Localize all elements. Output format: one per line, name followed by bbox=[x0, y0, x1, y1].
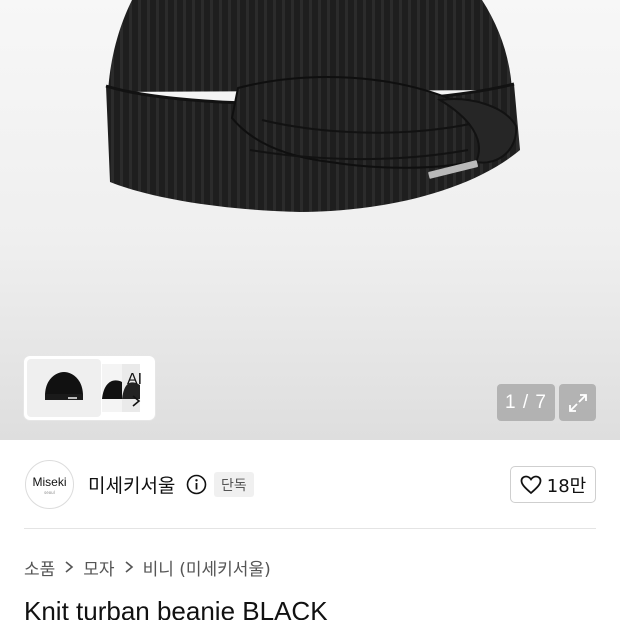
chevron-right-icon[interactable] bbox=[130, 394, 142, 408]
seller-row: Miseki seoul 미세키서울 단독 18만 bbox=[0, 441, 620, 528]
breadcrumb-item[interactable]: 모자 bbox=[83, 555, 114, 580]
ai-label[interactable]: AI bbox=[127, 371, 142, 389]
exclusive-badge: 단독 bbox=[214, 472, 254, 497]
info-icon[interactable] bbox=[186, 474, 207, 495]
seller-logo[interactable]: Miseki seoul bbox=[25, 460, 74, 509]
product-title: Knit turban beanie BLACK bbox=[24, 596, 328, 620]
thumbnail-image bbox=[102, 364, 124, 412]
divider bbox=[24, 528, 596, 529]
breadcrumb-item[interactable]: 비니 (미세키서울) bbox=[143, 555, 271, 580]
seller-logo-subtext: seoul bbox=[44, 490, 55, 495]
image-counter: 1 / 7 bbox=[497, 384, 555, 421]
like-count: 18만 bbox=[546, 475, 587, 497]
seller-name[interactable]: 미세키서울 bbox=[88, 471, 175, 498]
product-image-gallery[interactable]: AI 1 / 7 bbox=[0, 0, 620, 440]
expand-button[interactable] bbox=[559, 384, 596, 421]
breadcrumb: 소품 모자 비니 (미세키서울) bbox=[24, 554, 271, 580]
chevron-right-icon bbox=[65, 561, 74, 573]
like-button[interactable]: 18만 bbox=[510, 466, 596, 503]
heart-outline-icon bbox=[520, 475, 542, 494]
seller-logo-text: Miseki bbox=[32, 475, 67, 489]
chevron-right-icon bbox=[125, 561, 133, 573]
expand-icon bbox=[568, 393, 587, 412]
thumbnail-image[interactable] bbox=[27, 359, 101, 417]
breadcrumb-item[interactable]: 소품 bbox=[24, 555, 55, 580]
